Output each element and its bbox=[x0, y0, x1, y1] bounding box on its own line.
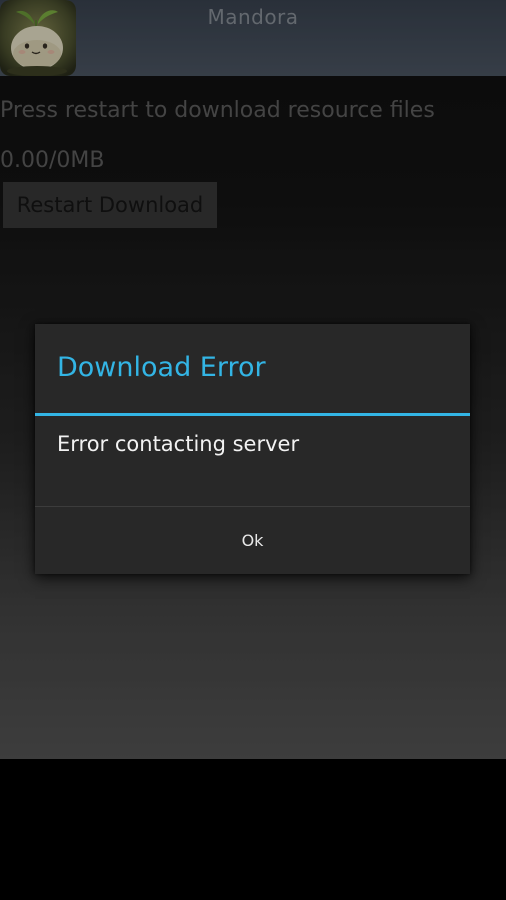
app-window: Mandora Press restart to download resour… bbox=[0, 0, 506, 759]
dialog-title: Download Error bbox=[57, 352, 266, 383]
dialog-message: Error contacting server bbox=[57, 432, 300, 456]
download-error-dialog: Download Error Error contacting server O… bbox=[35, 324, 470, 574]
phone-screen: Mandora Press restart to download resour… bbox=[0, 0, 506, 900]
dialog-title-divider bbox=[35, 413, 470, 416]
ok-button[interactable]: Ok bbox=[35, 507, 470, 574]
